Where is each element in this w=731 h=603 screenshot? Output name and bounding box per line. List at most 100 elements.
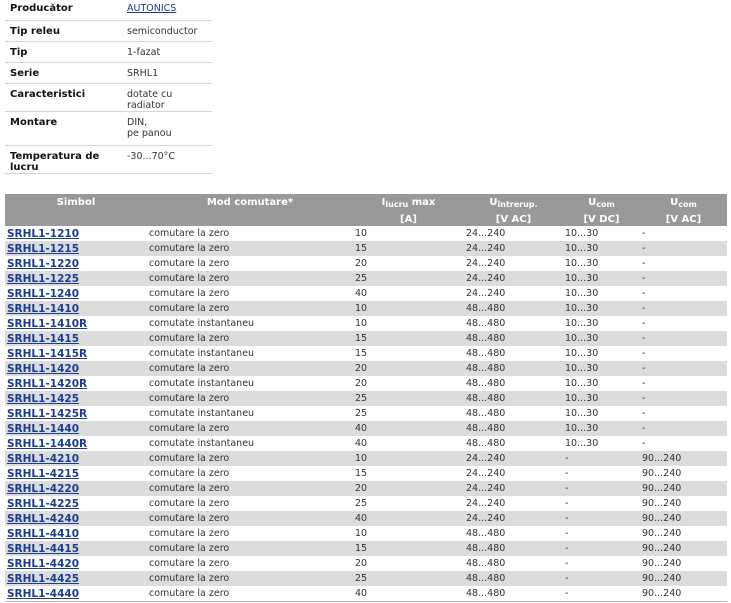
product-symbol-link[interactable]: SRHL1-1215 [7, 243, 79, 255]
product-symbol-link[interactable]: SRHL1-4240 [7, 513, 79, 525]
product-symbol-link[interactable]: SRHL1-1425 [7, 393, 79, 405]
cell-control-voltage-dc: 10...30 [565, 378, 599, 389]
cell-control-voltage-dc: - [565, 468, 569, 479]
table-row: SRHL1-1425 comutare la zero 25 48...480 10..… [5, 391, 727, 406]
header-control-voltage-ac-sub: com [678, 200, 697, 209]
cell-current: 15 [353, 541, 464, 556]
product-symbol-link[interactable]: SRHL1-4210 [7, 453, 79, 465]
spec-value-cell: SRHL1 [122, 62, 212, 84]
cell-symbol: SRHL1-4210 [5, 451, 147, 466]
cell-switching-voltage: 24...240 [466, 258, 506, 269]
product-symbol-link[interactable]: SRHL1-1220 [7, 258, 79, 270]
cell-current: 20 [355, 558, 368, 569]
cell-switching-voltage: 24...240 [464, 271, 563, 286]
table-body: SRHL1-1210 comutare la zero 10 24...240 10..… [5, 226, 727, 602]
cell-switch-mode: comutare la zero [149, 228, 230, 239]
cell-control-voltage-dc: - [563, 541, 640, 556]
product-symbol-link[interactable]: SRHL1-1225 [7, 273, 79, 285]
table-row: SRHL1-4210 comutare la zero 10 24...240-90.… [5, 451, 727, 466]
header-switching-voltage-unit: [V AC] [495, 214, 532, 225]
cell-symbol: SRHL1-1410R [5, 316, 147, 331]
product-symbol-link[interactable]: SRHL1-1440 [7, 423, 79, 435]
spec-row: Tip 1-fazat [5, 41, 212, 63]
cell-current: 40 [355, 438, 368, 449]
cell-switch-mode: comutare la zero [149, 528, 230, 539]
cell-control-voltage-ac: - [642, 288, 646, 299]
product-symbol-link[interactable]: SRHL1-1210 [7, 228, 79, 240]
cell-switch-mode: comutare la zero [149, 498, 230, 509]
cell-control-voltage-dc: 10...30 [563, 391, 640, 406]
spec-value-cell: AUTONICS [122, 0, 212, 21]
cell-control-voltage-dc: 10...30 [565, 288, 599, 299]
product-symbol-link[interactable]: SRHL1-4420 [7, 558, 79, 570]
product-symbol-link[interactable]: SRHL1-1415 [7, 333, 79, 345]
table-row: SRHL1-4225 comutare la zero 25 24...240 - 90.… [5, 496, 727, 511]
cell-control-voltage-dc: - [565, 498, 569, 509]
cell-current: 25 [353, 571, 464, 586]
product-symbol-link[interactable]: SRHL1-4220 [7, 483, 79, 495]
cell-switch-mode: comutare la zero [147, 391, 353, 406]
product-symbol-link[interactable]: SRHL1-1420R [7, 378, 87, 390]
cell-control-voltage-dc: 10...30 [563, 301, 640, 316]
header-current-title: Ilucru max [353, 194, 464, 211]
table-row: SRHL1-1440R comutate instantaneu 40 48...48… [5, 436, 727, 451]
cell-control-voltage-ac: 90...240 [640, 571, 727, 586]
header-control-voltage-dc: Ucom [V DC] [563, 194, 640, 226]
table-row: SRHL1-4420 comutare la zero 20 48...480 - 90.… [5, 556, 727, 571]
product-symbol-link[interactable]: SRHL1-1240 [7, 288, 79, 300]
product-specs-body: Producător AUTONICS Tip releu semiconductor… [5, 0, 212, 174]
cell-switching-voltage: 24...240 [466, 288, 506, 299]
spec-row: Tip releu semiconductor [5, 20, 212, 42]
product-symbol-link[interactable]: SRHL1-1415R [7, 348, 87, 360]
cell-control-voltage-dc: - [565, 528, 569, 539]
cell-symbol: SRHL1-1410 [5, 301, 147, 316]
cell-symbol: SRHL1-4440 [5, 586, 147, 602]
product-symbol-link[interactable]: SRHL1-1425R [7, 408, 87, 420]
product-symbol-link[interactable]: SRHL1-1440R [7, 438, 87, 450]
cell-switch-mode: comutare la zero [147, 481, 353, 496]
manufacturer-link[interactable]: AUTONICS [127, 3, 176, 14]
cell-switch-mode: comutare la zero [147, 241, 353, 256]
table-header-row: Simbol Mod comutare* Ilucru max [A] Uînt… [5, 194, 727, 226]
header-symbol-label: Simbol [56, 197, 96, 208]
cell-control-voltage-ac: 90...240 [640, 451, 727, 466]
cell-symbol: SRHL1-4415 [5, 541, 147, 556]
product-symbol-link[interactable]: SRHL1-4440 [7, 588, 79, 600]
cell-switch-mode: comutate instantaneu [149, 348, 255, 359]
table-row: SRHL1-4440 comutare la zero 40 48...480-90.… [5, 586, 727, 602]
product-symbol-link[interactable]: SRHL1-4215 [7, 468, 79, 480]
table-row: SRHL1-1420 comutare la zero 20 48...480 10..… [5, 361, 727, 376]
cell-switch-mode: comutare la zero [147, 451, 353, 466]
cell-control-voltage-dc: 10...30 [565, 318, 599, 329]
cell-control-voltage-ac: 90...240 [640, 541, 727, 556]
product-symbol-link[interactable]: SRHL1-4410 [7, 528, 79, 540]
header-control-voltage-ac: Ucom [V AC] [640, 194, 727, 226]
cell-symbol: SRHL1-4215 [5, 466, 147, 481]
cell-switching-voltage: 48...480 [464, 391, 563, 406]
cell-current: 15 [353, 331, 464, 346]
cell-control-voltage-ac: 90...240 [642, 528, 682, 539]
table-row: SRHL1-4215 comutare la zero 15 24...240 - 90.… [5, 466, 727, 481]
spec-value: dotate cu radiator [127, 88, 173, 111]
cell-control-voltage-ac: - [642, 438, 646, 449]
product-symbol-link[interactable]: SRHL1-4225 [7, 498, 79, 510]
cell-switch-mode: comutate instantaneu [149, 408, 255, 419]
cell-switch-mode: comutare la zero [147, 586, 353, 602]
cell-switching-voltage: 48...480 [464, 331, 563, 346]
product-symbol-link[interactable]: SRHL1-4415 [7, 543, 79, 555]
product-specs-table: Producător AUTONICS Tip releu semiconductor… [5, 0, 212, 174]
cell-current: 40 [353, 511, 464, 526]
product-symbol-link[interactable]: SRHL1-1410R [7, 318, 87, 330]
spec-value-cell: -30...70°C [122, 145, 212, 174]
product-symbol-link[interactable]: SRHL1-4425 [7, 573, 79, 585]
spec-label: Tip releu [5, 20, 122, 42]
cell-control-voltage-dc: 10...30 [565, 408, 599, 419]
spec-value: DIN, [127, 116, 148, 128]
cell-switch-mode: comutare la zero [147, 361, 353, 376]
product-symbol-link[interactable]: SRHL1-1420 [7, 363, 79, 375]
cell-symbol: SRHL1-1220 [5, 256, 147, 271]
cell-control-voltage-ac: - [640, 271, 727, 286]
cell-switching-voltage: 48...480 [464, 421, 563, 436]
cell-control-voltage-ac: 90...240 [642, 498, 682, 509]
product-symbol-link[interactable]: SRHL1-1410 [7, 303, 79, 315]
